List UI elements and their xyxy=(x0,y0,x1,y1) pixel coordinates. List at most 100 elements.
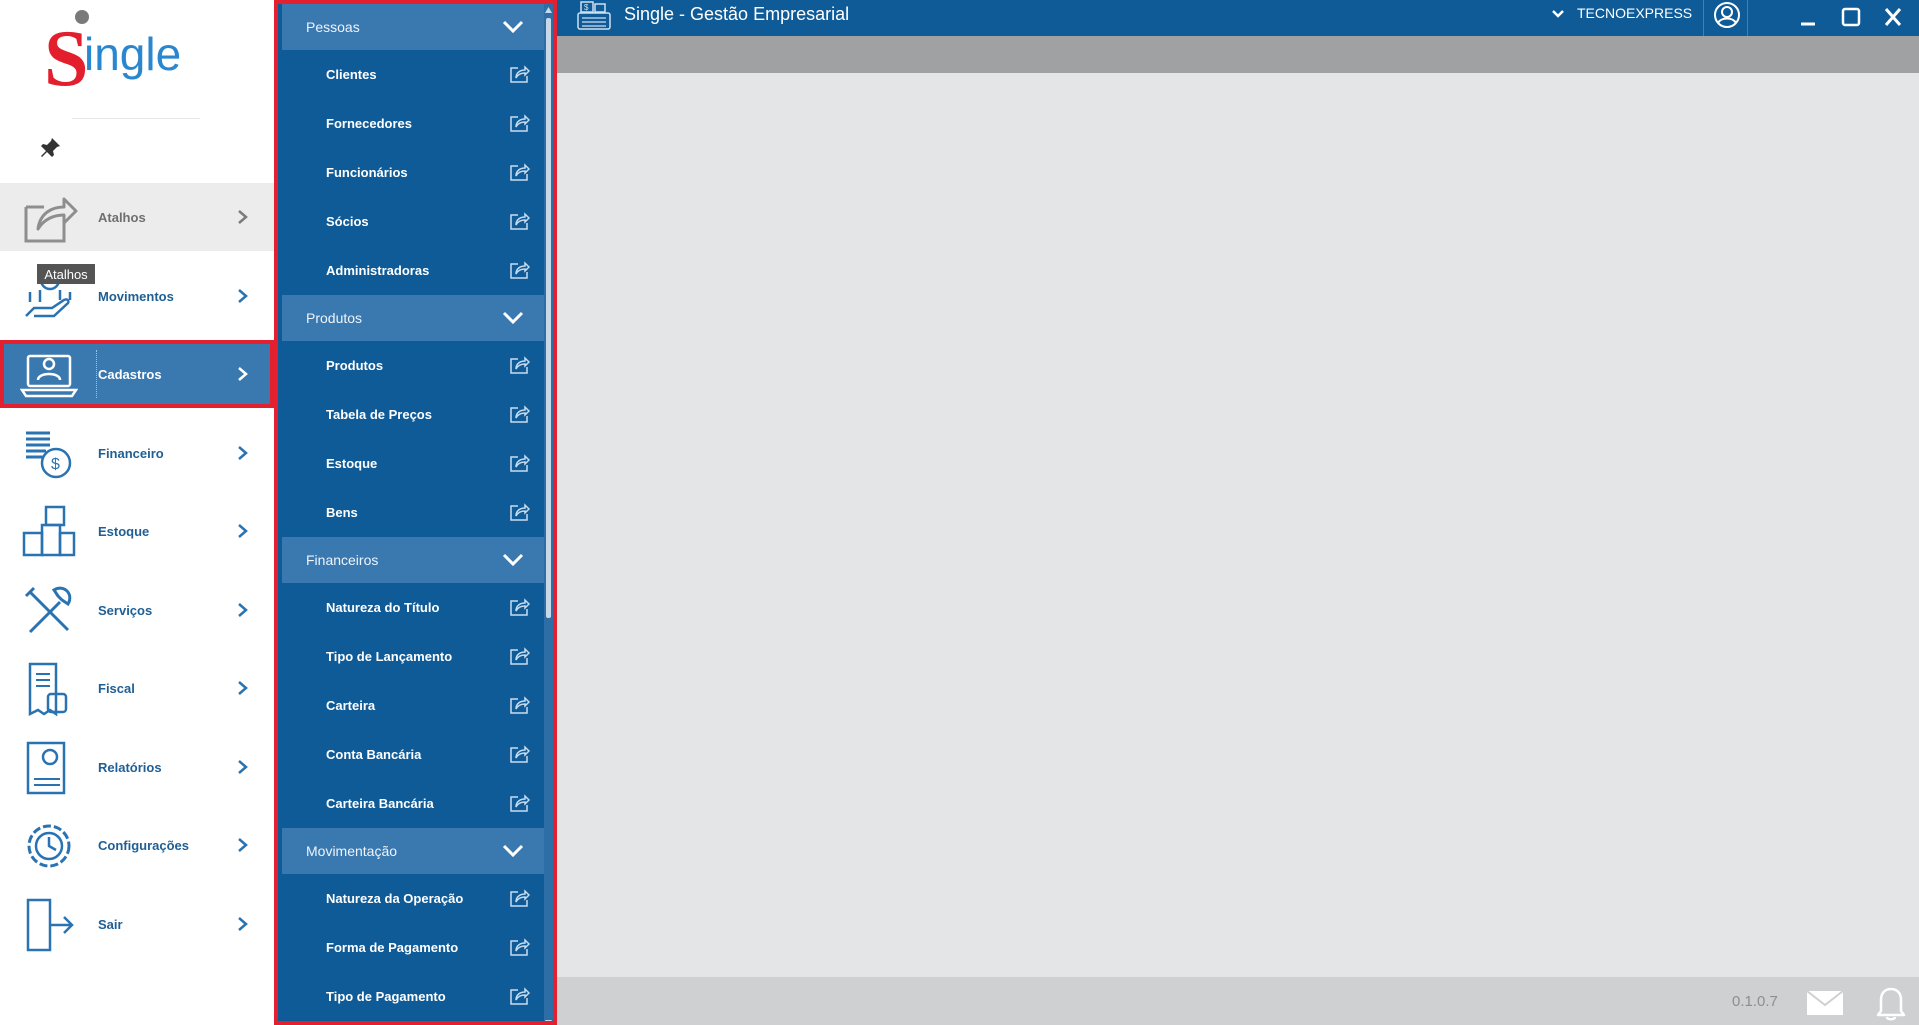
nav-item-fiscal[interactable]: Fiscal xyxy=(0,654,274,722)
group-header-pessoas[interactable]: Pessoas xyxy=(282,4,544,50)
submenu-item-label: Clientes xyxy=(326,67,377,82)
open-external-icon[interactable] xyxy=(510,987,530,1005)
cash-register-icon: $ xyxy=(577,1,611,30)
group-header-movimentacao[interactable]: Movimentação xyxy=(282,828,544,874)
submenu-item-estoque[interactable]: Estoque xyxy=(282,439,544,488)
group-header-financeiros[interactable]: Financeiros xyxy=(282,537,544,583)
open-external-icon[interactable] xyxy=(510,212,530,230)
chevron-right-icon xyxy=(238,367,248,381)
boxes-icon xyxy=(22,505,76,557)
submenu-item-label: Forma de Pagamento xyxy=(326,940,459,955)
open-external-icon[interactable] xyxy=(510,454,530,472)
open-external-icon[interactable] xyxy=(510,261,530,279)
user-avatar-icon[interactable] xyxy=(1713,1,1741,29)
submenu-item-label: Funcionários xyxy=(326,165,408,180)
scroll-down-arrow-icon[interactable] xyxy=(545,1019,552,1025)
submenu-item-funcionarios[interactable]: Funcionários xyxy=(282,148,544,197)
nav-item-cadastros[interactable]: Cadastros xyxy=(0,340,274,408)
chevron-right-icon xyxy=(238,524,248,538)
open-external-icon[interactable] xyxy=(510,647,530,665)
submenu-item-label: Produtos xyxy=(326,358,384,373)
nav-item-servicos[interactable]: Serviços xyxy=(0,576,274,644)
report-icon xyxy=(26,741,66,795)
cadastros-submenu: Pessoas Clientes Fornecedores Funcionári… xyxy=(274,0,557,1025)
company-selector[interactable]: TECNOEXPRESS xyxy=(1577,5,1692,21)
group-header-produtos[interactable]: Produtos xyxy=(282,295,544,341)
chevron-right-icon xyxy=(238,603,248,617)
open-external-icon[interactable] xyxy=(510,163,530,181)
chevron-right-icon xyxy=(238,760,248,774)
open-external-icon[interactable] xyxy=(510,938,530,956)
close-icon[interactable] xyxy=(1880,4,1906,30)
window-title: Single - Gestão Empresarial xyxy=(624,4,850,24)
nav-label: Configurações xyxy=(98,837,190,853)
maximize-icon[interactable] xyxy=(1838,4,1864,30)
submenu-item-natureza-da-operacao[interactable]: Natureza da Operação xyxy=(282,874,544,923)
single-logo: S ingle xyxy=(44,10,181,98)
laptop-user-icon xyxy=(20,354,78,398)
tooltip: Atalhos xyxy=(37,264,95,284)
nav-item-sair[interactable]: Sair xyxy=(0,890,274,958)
submenu-item-label: Natureza do Título xyxy=(326,600,440,615)
group-title: Pessoas xyxy=(306,19,360,35)
submenu-item-tipo-de-lancamento[interactable]: Tipo de Lançamento xyxy=(282,632,544,681)
submenu-item-produtos[interactable]: Produtos xyxy=(282,341,544,390)
open-external-icon[interactable] xyxy=(510,356,530,374)
submenu-item-clientes[interactable]: Clientes xyxy=(282,50,544,99)
submenu-item-forma-de-pagamento[interactable]: Forma de Pagamento xyxy=(282,923,544,972)
chevron-right-icon xyxy=(238,681,248,695)
submenu-item-label: Carteira xyxy=(326,698,376,713)
scroll-up-arrow-icon[interactable] xyxy=(545,6,552,14)
open-external-icon[interactable] xyxy=(510,889,530,907)
version-label: 0.1.0.7 xyxy=(1732,993,1778,1010)
submenu-item-socios[interactable]: Sócios xyxy=(282,197,544,246)
submenu-item-carteira-bancaria[interactable]: Carteira Bancária xyxy=(282,779,544,828)
nav-item-configuracoes[interactable]: Configurações xyxy=(0,811,274,879)
submenu-item-natureza-do-titulo[interactable]: Natureza do Título xyxy=(282,583,544,632)
nav-item-relatorios[interactable]: Relatórios xyxy=(0,733,274,801)
chevron-down-icon[interactable] xyxy=(1551,9,1565,19)
submenu-item-label: Tipo de Pagamento xyxy=(326,989,446,1004)
submenu-item-label: Administradoras xyxy=(326,263,430,278)
submenu-item-fornecedores[interactable]: Fornecedores xyxy=(282,99,544,148)
chevron-down-icon xyxy=(502,844,524,858)
submenu-item-label: Bens xyxy=(326,505,358,520)
nav-item-atalhos[interactable]: Atalhos xyxy=(0,183,274,251)
nav-item-estoque[interactable]: Estoque xyxy=(0,497,274,565)
svg-text:S: S xyxy=(44,15,89,98)
chevron-right-icon xyxy=(238,210,248,224)
share-box-icon xyxy=(24,197,78,243)
open-external-icon[interactable] xyxy=(510,405,530,423)
nav-item-financeiro[interactable]: $ Financeiro xyxy=(0,419,274,487)
mail-icon[interactable] xyxy=(1805,989,1845,1017)
open-external-icon[interactable] xyxy=(510,65,530,83)
submenu-item-tabela-de-precos[interactable]: Tabela de Preços xyxy=(282,390,544,439)
open-external-icon[interactable] xyxy=(510,696,530,714)
submenu-item-label: Conta Bancária xyxy=(326,747,422,762)
title-bar: $ Single - Gestão Empresarial TECNOEXPRE… xyxy=(557,0,1919,36)
submenu-item-tipo-de-pagamento[interactable]: Tipo de Pagamento xyxy=(282,972,544,1021)
submenu-scrollbar[interactable] xyxy=(544,4,553,1025)
submenu-item-conta-bancaria[interactable]: Conta Bancária xyxy=(282,730,544,779)
submenu-item-administradoras[interactable]: Administradoras xyxy=(282,246,544,295)
svg-text:$: $ xyxy=(584,3,589,12)
group-title: Financeiros xyxy=(306,552,379,568)
submenu-item-label: Tipo de Lançamento xyxy=(326,649,453,664)
open-external-icon[interactable] xyxy=(510,114,530,132)
minimize-icon[interactable] xyxy=(1795,4,1821,30)
open-external-icon[interactable] xyxy=(510,503,530,521)
submenu-item-bens[interactable]: Bens xyxy=(282,488,544,537)
nav-label: Atalhos xyxy=(98,209,146,225)
left-nav: S ingle Atalhos Movimentos Cadastros $ F… xyxy=(0,0,274,1025)
open-external-icon[interactable] xyxy=(510,745,530,763)
scroll-thumb[interactable] xyxy=(546,18,551,618)
bell-icon[interactable] xyxy=(1875,985,1907,1021)
open-external-icon[interactable] xyxy=(510,598,530,616)
exit-door-icon xyxy=(26,898,74,952)
pin-icon[interactable] xyxy=(38,136,62,160)
receipt-icon xyxy=(28,662,68,717)
gear-clock-icon xyxy=(27,824,71,868)
submenu-item-carteira[interactable]: Carteira xyxy=(282,681,544,730)
submenu-item-label: Sócios xyxy=(326,214,369,229)
open-external-icon[interactable] xyxy=(510,794,530,812)
